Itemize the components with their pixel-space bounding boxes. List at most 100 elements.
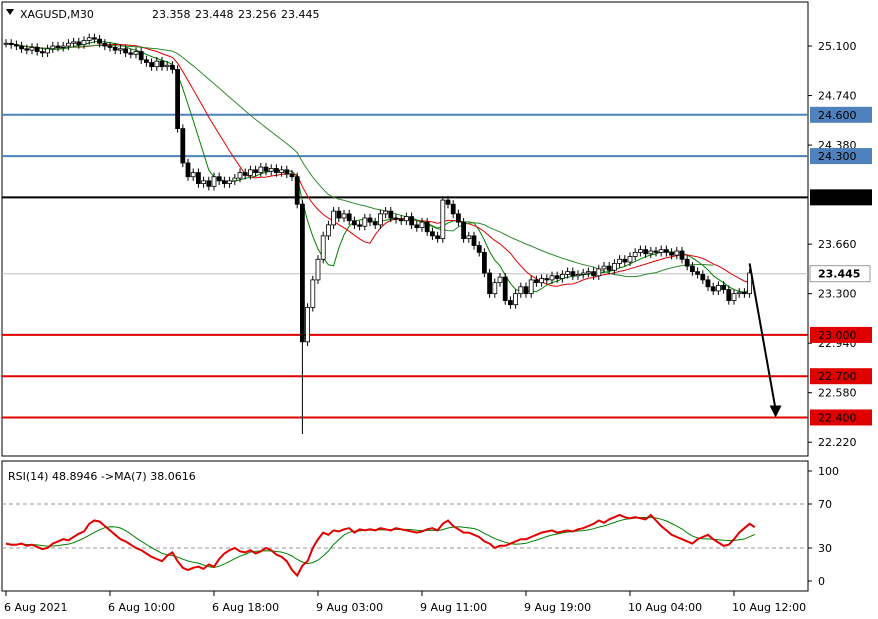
- chart-canvas: 25.10024.74024.38023.66023.30022.94022.5…: [1, 1, 872, 614]
- price-pane: [1, 1, 809, 457]
- candle-body: [247, 169, 253, 176]
- candle-body: [617, 258, 622, 264]
- candle-body: [429, 231, 435, 237]
- price-tick-label: 23.300: [818, 288, 857, 301]
- candle-body: [627, 256, 633, 263]
- candle-body: [721, 285, 726, 290]
- candle-body: [86, 37, 92, 41]
- candle-body: [570, 271, 576, 277]
- rsi-tick-label: 100: [818, 465, 839, 478]
- candle-body: [367, 217, 373, 223]
- candle-body: [403, 216, 409, 222]
- candle-body: [71, 41, 76, 44]
- candle-body: [435, 235, 441, 240]
- time-tick-label: 9 Aug 11:00: [420, 601, 487, 614]
- candle-body: [560, 273, 565, 279]
- candle-body: [726, 289, 732, 301]
- candle-body: [102, 42, 108, 47]
- level-label: 24.600: [818, 109, 857, 122]
- time-tick-label: 6 Aug 10:00: [108, 601, 175, 614]
- candle-body: [66, 42, 71, 47]
- candle-body: [507, 300, 513, 306]
- time-tick-label: 6 Aug 18:00: [212, 601, 279, 614]
- candle-body: [138, 51, 144, 61]
- candle-body: [258, 166, 264, 173]
- candle-body: [331, 210, 337, 226]
- candle-body: [591, 271, 596, 277]
- candle-body: [253, 169, 259, 173]
- candle-body: [601, 265, 607, 270]
- candle-body: [24, 48, 30, 51]
- candle-body: [154, 60, 160, 68]
- candle-body: [632, 251, 638, 257]
- candle-body: [263, 166, 269, 172]
- candle-body: [487, 272, 493, 295]
- candle-body: [372, 221, 378, 226]
- candle-body: [742, 291, 747, 295]
- candle-body: [284, 169, 290, 175]
- candle-body: [523, 286, 529, 295]
- price-tick-label: 22.580: [818, 387, 857, 400]
- time-tick-label: 10 Aug 12:00: [732, 601, 806, 614]
- candle-body: [716, 285, 721, 292]
- candle-body: [658, 249, 664, 253]
- candle-body: [305, 307, 311, 343]
- candle-body: [299, 203, 305, 343]
- candle-body: [123, 48, 128, 54]
- candle-body: [55, 45, 61, 48]
- candle-body: [450, 203, 456, 215]
- candle-body: [34, 47, 40, 52]
- candle-body: [128, 52, 134, 55]
- candle-body: [679, 250, 685, 260]
- candle-body: [424, 221, 430, 233]
- candle-body: [638, 249, 643, 253]
- candle-body: [112, 47, 118, 51]
- candle-body: [60, 45, 66, 48]
- candle-body: [211, 176, 217, 187]
- candle-body: [502, 276, 508, 301]
- candle-body: [669, 251, 674, 256]
- candle-body: [175, 69, 181, 129]
- candle-body: [398, 218, 404, 222]
- candle-body: [481, 251, 487, 274]
- candle-body: [695, 271, 700, 275]
- level-label: 22.700: [818, 370, 857, 383]
- candle-body: [643, 249, 648, 255]
- candle-body: [310, 279, 316, 308]
- candle-body: [29, 47, 35, 51]
- candle-body: [357, 224, 363, 227]
- candle-body: [705, 279, 711, 288]
- candle-body: [461, 221, 467, 240]
- candle-body: [445, 199, 451, 205]
- level-label: 23.000: [818, 329, 857, 342]
- candle-body: [419, 221, 425, 229]
- candle-body: [664, 249, 669, 253]
- candle-body: [201, 180, 207, 184]
- candle-body: [497, 276, 503, 284]
- rsi-axis: 100 70 30 0: [808, 465, 839, 588]
- candle-body: [648, 250, 654, 255]
- price-header: XAGUSD,M30 23.358 23.448 23.256 23.445: [6, 8, 320, 21]
- ohlc-close: 23.445: [281, 8, 320, 21]
- symbol-header: XAGUSD,M30: [20, 8, 94, 21]
- candle-body: [351, 220, 357, 226]
- price-tick-label: 25.100: [818, 40, 857, 53]
- candle-body: [227, 180, 233, 184]
- candle-body: [596, 268, 602, 277]
- candle-body: [315, 258, 321, 281]
- candle-body: [320, 235, 326, 260]
- candle-body: [13, 44, 19, 47]
- candle-body: [143, 59, 149, 63]
- candle-body: [279, 169, 285, 173]
- ohlc-open: 23.358: [152, 8, 191, 21]
- candle-body: [554, 275, 560, 279]
- candle-body: [440, 199, 446, 240]
- candle-body: [133, 51, 139, 55]
- candle-body: [539, 278, 544, 284]
- candle-body: [674, 250, 680, 256]
- level-label: 24.300: [818, 150, 857, 163]
- candle-body: [710, 286, 716, 292]
- candle-body: [8, 42, 14, 46]
- last-price-label: 23.445: [818, 268, 860, 281]
- candle-body: [534, 279, 539, 284]
